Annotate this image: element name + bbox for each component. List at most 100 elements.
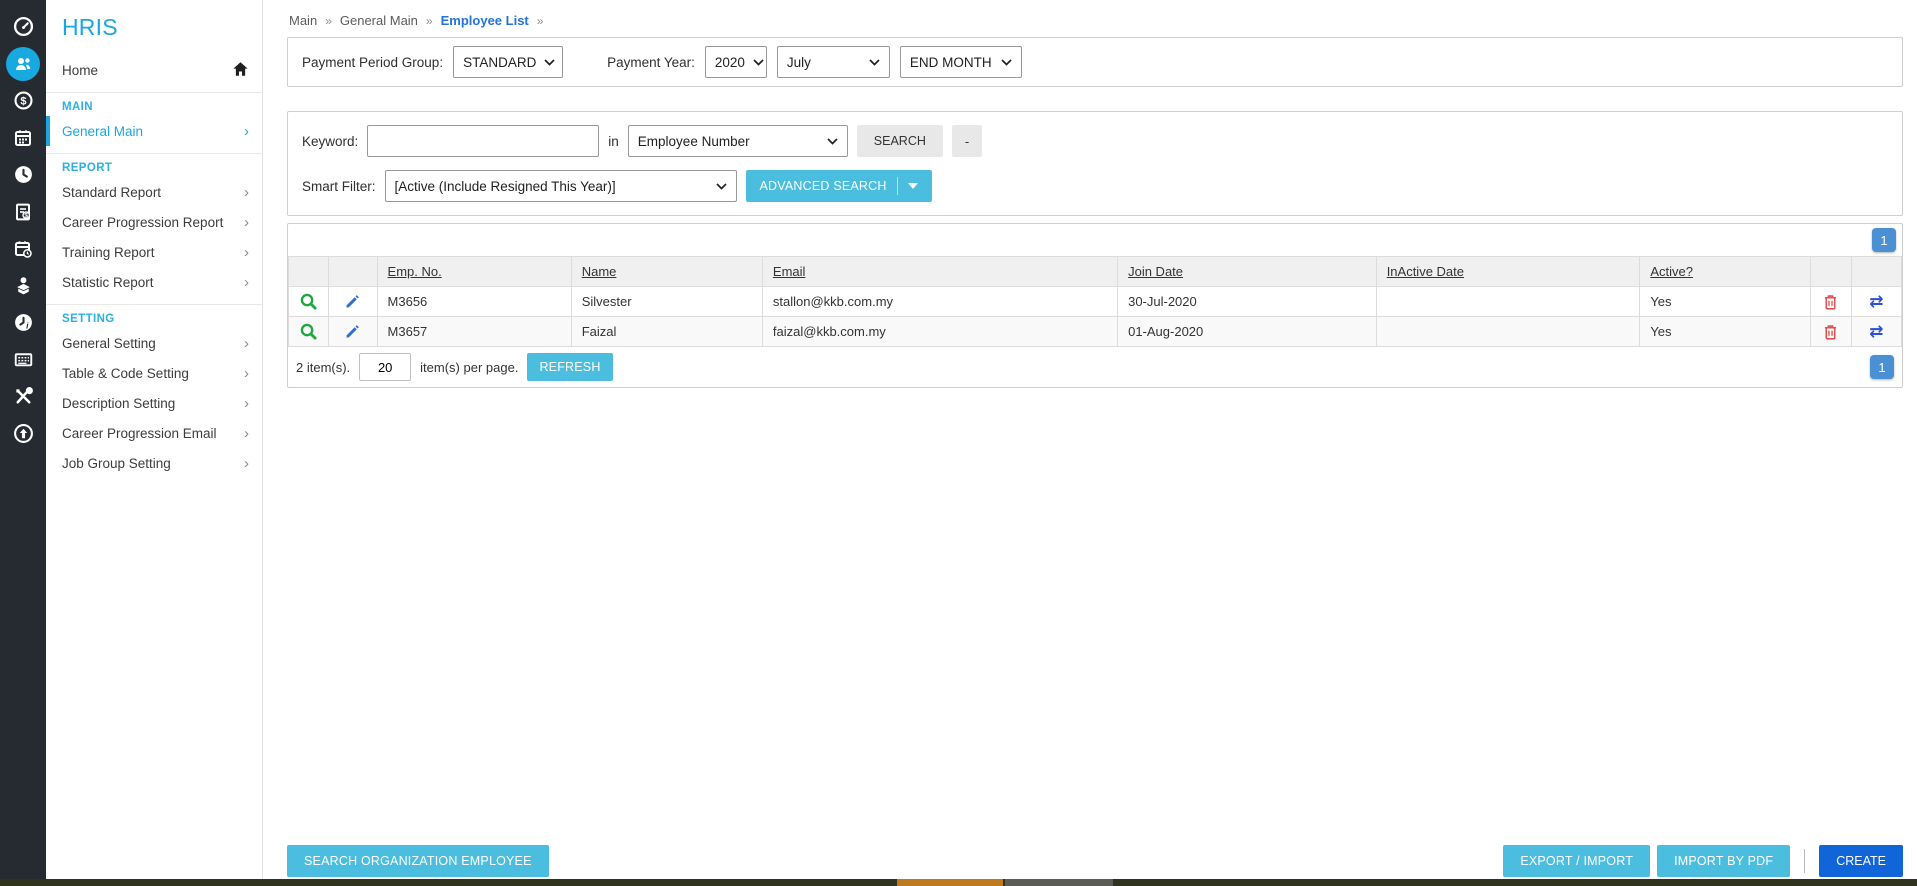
transfer-icon[interactable]: ⇄	[1869, 322, 1883, 342]
keyword-input[interactable]	[367, 125, 600, 157]
edit-column-header	[328, 256, 378, 287]
payment-cycle-select[interactable]: END MONTH	[899, 46, 1022, 78]
payment-period-group-label: Payment Period Group:	[302, 54, 444, 70]
transfer-icon[interactable]: ⇄	[1869, 292, 1883, 312]
export-import-button[interactable]: EXPORT / IMPORT	[1503, 845, 1651, 877]
search-field-value: Employee Number	[637, 133, 750, 149]
column-header-join-date[interactable]: Join Date	[1117, 256, 1377, 287]
sidebar-item-general-main[interactable]: General Main ›	[46, 116, 262, 146]
search-organization-employee-button[interactable]: SEARCH ORGANIZATION EMPLOYEE	[287, 845, 549, 877]
employee-table: Emp. No. Name Email Join Date InActive D…	[287, 256, 1903, 347]
refresh-button[interactable]: REFRESH	[527, 353, 613, 381]
chevron-right-icon: ›	[244, 273, 249, 291]
page-1-badge[interactable]: 1	[1870, 355, 1894, 379]
payment-period-group-select[interactable]: STANDARD	[453, 46, 564, 78]
column-header-label: Join Date	[1128, 264, 1184, 279]
view-column-header	[287, 256, 330, 287]
advanced-search-dropdown[interactable]	[896, 177, 918, 195]
sidebar-item-standard-report[interactable]: Standard Report ›	[46, 177, 262, 207]
column-header-inactive-date[interactable]: InActive Date	[1375, 256, 1641, 287]
cell-email: stallon@kkb.com.my	[761, 286, 1119, 317]
payment-period-panel: Payment Period Group: STANDARD Payment Y…	[287, 37, 1903, 87]
payment-month-select[interactable]: July	[776, 46, 890, 78]
breadcrumb-general-main[interactable]: General Main	[340, 13, 418, 28]
payroll-icon[interactable]: $	[0, 82, 46, 119]
search-button[interactable]: SEARCH	[856, 125, 943, 157]
edit-icon[interactable]	[344, 293, 361, 310]
tools-icon[interactable]	[0, 378, 46, 415]
cell-inactive-date	[1375, 316, 1641, 347]
sidebar-item-table-code-setting[interactable]: Table & Code Setting ›	[46, 358, 262, 388]
column-header-active[interactable]: Active?	[1639, 256, 1812, 287]
smart-filter-select[interactable]: [Active (Include Resigned This Year)]	[384, 170, 737, 202]
upload-icon[interactable]	[0, 415, 46, 452]
sidebar-item-label: Job Group Setting	[62, 455, 171, 471]
chevron-down-icon	[715, 182, 727, 190]
delete-icon[interactable]	[1822, 323, 1839, 341]
create-button[interactable]: CREATE	[1819, 845, 1903, 877]
training-icon[interactable]	[0, 267, 46, 304]
employees-icon[interactable]	[0, 45, 46, 82]
view-icon[interactable]	[299, 322, 318, 341]
dashboard-icon[interactable]	[0, 8, 46, 45]
column-header-label: Name	[581, 264, 617, 279]
sidebar-item-label: Standard Report	[62, 184, 162, 200]
sidebar-item-career-progression-report[interactable]: Career Progression Report ›	[46, 207, 262, 237]
chevron-right-icon: ›	[244, 334, 249, 352]
app-title[interactable]: HRIS	[46, 8, 262, 55]
keyword-row: Keyword: in Employee Number SEARCH -	[302, 125, 1888, 157]
sidebar-item-statistic-report[interactable]: Statistic Report ›	[46, 267, 262, 297]
home-icon	[232, 61, 249, 80]
column-header-name[interactable]: Name	[570, 256, 763, 287]
sidebar-item-general-setting[interactable]: General Setting ›	[46, 328, 262, 358]
sidebar-item-home[interactable]: Home	[46, 55, 262, 85]
advanced-search-button[interactable]: ADVANCED SEARCH	[745, 170, 932, 202]
taskbar-orange-segment	[897, 879, 1003, 886]
chevron-down-icon	[1001, 58, 1012, 66]
items-per-page-input[interactable]	[359, 353, 412, 381]
sidebar-item-career-progression-email[interactable]: Career Progression Email ›	[46, 418, 262, 448]
clock-icon[interactable]	[0, 156, 46, 193]
active-icon-circle	[6, 46, 40, 81]
time-history-icon[interactable]: i	[0, 304, 46, 341]
schedule-icon[interactable]	[0, 230, 46, 267]
smart-filter-label: Smart Filter:	[302, 178, 376, 194]
button-divider	[1804, 849, 1806, 873]
calculator-icon[interactable]	[0, 341, 46, 378]
breadcrumb-employee-list[interactable]: Employee List	[441, 13, 529, 28]
in-label: in	[608, 133, 619, 149]
calendar-icon[interactable]	[0, 119, 46, 156]
view-icon[interactable]	[299, 292, 318, 311]
home-label: Home	[62, 62, 99, 78]
search-field-select[interactable]: Employee Number	[627, 125, 848, 157]
chevron-down-icon	[869, 58, 880, 66]
payment-month-value: July	[786, 54, 811, 70]
cell-emp-no: M3657	[376, 316, 572, 347]
breadcrumb-main[interactable]: Main	[289, 13, 317, 28]
sidebar-item-training-report[interactable]: Training Report ›	[46, 237, 262, 267]
chevron-right-icon: ›	[244, 183, 249, 201]
delete-icon[interactable]	[1822, 293, 1839, 311]
payslip-icon[interactable]: $	[0, 193, 46, 230]
column-header-email[interactable]: Email	[761, 256, 1119, 287]
table-row: M3657 Faizal faizal@kkb.com.my 01-Aug-20…	[287, 316, 1903, 347]
collapse-button[interactable]: -	[951, 125, 983, 157]
sidebar-section-setting: SETTING	[46, 304, 262, 328]
table-header-row: Emp. No. Name Email Join Date InActive D…	[287, 256, 1903, 287]
edit-icon[interactable]	[344, 323, 361, 340]
item-count-text: 2 item(s).	[296, 359, 351, 375]
payment-period-group-value: STANDARD	[463, 54, 537, 70]
advanced-search-label: ADVANCED SEARCH	[759, 179, 887, 193]
table-footer: 2 item(s). item(s) per page. REFRESH 1	[288, 347, 1902, 387]
column-header-emp-no[interactable]: Emp. No.	[376, 256, 572, 287]
column-header-label: Email	[772, 264, 806, 279]
sidebar-item-description-setting[interactable]: Description Setting ›	[46, 388, 262, 418]
chevron-right-icon: ›	[244, 394, 249, 412]
sidebar-item-job-group-setting[interactable]: Job Group Setting ›	[46, 448, 262, 478]
breadcrumb-separator: »	[325, 13, 332, 28]
icon-rail: $ $ i	[0, 0, 46, 886]
page-1-badge[interactable]: 1	[1872, 228, 1896, 252]
payment-year-select[interactable]: 2020	[704, 46, 767, 78]
table-row: M3656 Silvester stallon@kkb.com.my 30-Ju…	[287, 286, 1903, 317]
import-by-pdf-button[interactable]: IMPORT BY PDF	[1657, 845, 1791, 877]
